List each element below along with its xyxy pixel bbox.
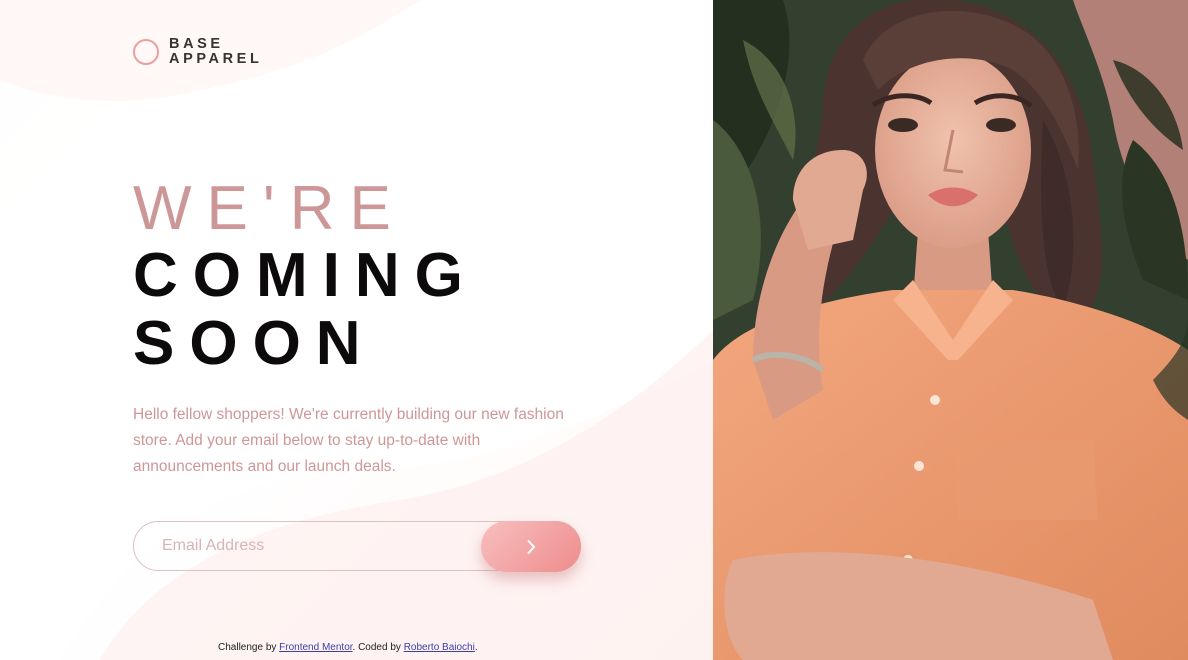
coming-soon-page: BASE APPAREL WE'RE COMING SOON Hello fel… — [0, 0, 1188, 660]
attribution: Challenge by Frontend Mentor. Coded by R… — [218, 642, 478, 653]
logo-line-1: BASE — [169, 36, 224, 52]
attribution-prefix: Challenge by — [218, 642, 280, 653]
author-link[interactable]: Roberto Baiochi — [404, 642, 475, 653]
page-title: WE'RE COMING SOON — [133, 176, 478, 378]
chevron-right-icon — [527, 539, 536, 554]
hero-photo — [713, 0, 1188, 660]
logo-text: BASE APPAREL — [169, 37, 262, 67]
attribution-middle: . Coded by — [352, 642, 404, 653]
hero-image-panel — [713, 0, 1188, 660]
title-line-coming: COMING — [133, 241, 478, 310]
frontend-mentor-link[interactable]: Frontend Mentor — [279, 642, 352, 653]
title-line-soon: SOON — [133, 309, 376, 378]
intro-text: Hello fellow shoppers! We're currently b… — [133, 406, 564, 475]
brand-logo[interactable]: BASE APPAREL — [133, 37, 262, 67]
attribution-suffix: . — [474, 642, 478, 653]
logo-line-2: APPAREL — [169, 51, 263, 67]
email-signup-form — [133, 521, 581, 572]
submit-button[interactable] — [481, 521, 581, 572]
logo-ring-icon — [133, 39, 159, 65]
content-panel: BASE APPAREL WE'RE COMING SOON Hello fel… — [0, 0, 713, 660]
title-line-were: WE'RE — [133, 174, 406, 243]
